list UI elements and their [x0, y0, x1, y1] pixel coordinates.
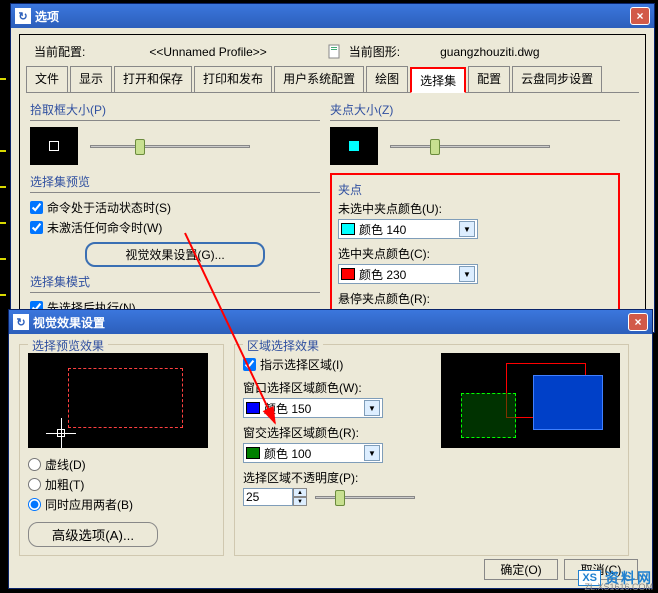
opacity-input[interactable]: [243, 488, 293, 506]
selection-preview-effect-group: 选择预览效果 虚线(D) 加粗(T) 同时应用两者(B) 高级选项(A)...: [19, 344, 224, 556]
window-color-value: 颜色 150: [264, 400, 311, 417]
unselected-grip-color-value: 颜色 140: [359, 221, 406, 238]
grip-size-label: 夹点大小(Z): [330, 101, 620, 118]
current-profile-value: <<Unnamed Profile>>: [149, 45, 266, 59]
advanced-options-button[interactable]: 高级选项(A)...: [28, 522, 158, 547]
app-icon: ↻: [15, 8, 31, 24]
tab-cloud[interactable]: 云盘同步设置: [512, 66, 602, 92]
options-dialog: ↻ 选项 × 当前配置: <<Unnamed Profile>> 当前图形: g…: [10, 3, 655, 333]
selection-mode-label: 选择集模式: [30, 273, 320, 290]
close-icon[interactable]: ×: [628, 313, 648, 331]
radio-both-label: 同时应用两者(B): [45, 496, 133, 513]
chevron-down-icon: ▼: [364, 400, 380, 416]
selected-grip-color-combo[interactable]: 颜色 230 ▼: [338, 264, 478, 284]
crossing-color-value: 颜色 100: [264, 445, 311, 462]
radio-dash[interactable]: [28, 458, 41, 471]
area-selection-preview: [441, 353, 620, 448]
spinner-down-icon[interactable]: ▼: [293, 497, 307, 506]
tabs-bar: 文件 显示 打开和保存 打印和发布 用户系统配置 绘图 选择集 配置 云盘同步设…: [26, 66, 639, 93]
visual-effects-dialog: ↻ 视觉效果设置 × 选择预览效果 虚线(D) 加粗(T) 同时应用两者(B) …: [8, 309, 653, 589]
unselected-grip-color-label: 未选中夹点颜色(U):: [338, 200, 612, 217]
crossing-color-label: 窗交选择区域颜色(R):: [243, 424, 431, 441]
tab-drafting[interactable]: 绘图: [366, 66, 408, 92]
tab-plot[interactable]: 打印和发布: [194, 66, 272, 92]
pickbox-size-label: 拾取框大小(P): [30, 101, 320, 118]
cb-no-command-label: 未激活任何命令时(W): [47, 219, 162, 236]
config-row: 当前配置: <<Unnamed Profile>> 当前图形: guangzho…: [26, 41, 639, 62]
tab-file[interactable]: 文件: [26, 66, 68, 92]
radio-dash-label: 虚线(D): [45, 456, 86, 473]
ok-button[interactable]: 确定(O): [484, 559, 558, 580]
cb-indicate-area-label: 指示选择区域(I): [260, 356, 343, 373]
watermark-url: ZL.XS1616.COM: [584, 582, 653, 592]
tab-system[interactable]: 用户系统配置: [274, 66, 364, 92]
current-drawing-value: guangzhouziti.dwg: [440, 45, 539, 59]
window-color-label: 窗口选择区域颜色(W):: [243, 379, 431, 396]
hover-grip-color-label: 悬停夹点颜色(R):: [338, 290, 612, 307]
current-drawing-label: 当前图形:: [349, 43, 400, 60]
close-icon[interactable]: ×: [630, 7, 650, 25]
pickbox-size-slider[interactable]: [90, 137, 250, 155]
tab-selection[interactable]: 选择集: [410, 67, 466, 93]
watermark: XS 资料网 ZL.XS1616.COM: [578, 568, 653, 588]
options-title-bar[interactable]: ↻ 选项 ×: [11, 4, 654, 28]
selection-preview-label: 选择集预览: [30, 173, 320, 190]
chevron-down-icon: ▼: [364, 445, 380, 461]
drawing-icon: [327, 44, 343, 60]
selected-grip-color-value: 颜色 230: [359, 266, 406, 283]
area-selection-effect-group: 区域选择效果 指示选择区域(I) 窗口选择区域颜色(W): 颜色 150▼ 窗交…: [234, 344, 629, 556]
options-title: 选项: [35, 8, 59, 25]
spinner-up-icon[interactable]: ▲: [293, 488, 307, 497]
selection-preview-sample: [28, 353, 208, 448]
visual-effect-settings-button[interactable]: 视觉效果设置(G)...: [85, 242, 265, 267]
window-color-combo[interactable]: 颜色 150 ▼: [243, 398, 383, 418]
selected-grip-color-label: 选中夹点颜色(C):: [338, 245, 612, 262]
area-selection-effect-label: 区域选择效果: [243, 337, 323, 354]
crossing-color-combo[interactable]: 颜色 100 ▼: [243, 443, 383, 463]
grips-group-label: 夹点: [338, 181, 612, 198]
grip-preview: [330, 127, 378, 165]
cb-no-command[interactable]: [30, 221, 43, 234]
selection-preview-effect-label: 选择预览效果: [28, 337, 108, 354]
chevron-down-icon: ▼: [459, 266, 475, 282]
pickbox-preview: [30, 127, 78, 165]
opacity-slider[interactable]: [315, 488, 415, 506]
opacity-label: 选择区域不透明度(P):: [243, 469, 431, 486]
radio-both[interactable]: [28, 498, 41, 511]
tab-profile[interactable]: 配置: [468, 66, 510, 92]
grip-size-slider[interactable]: [390, 137, 550, 155]
radio-thicken-label: 加粗(T): [45, 476, 84, 493]
cb-command-active[interactable]: [30, 201, 43, 214]
opacity-spinner[interactable]: ▲▼: [243, 488, 307, 506]
cb-indicate-area[interactable]: [243, 358, 256, 371]
app-icon: ↻: [13, 314, 29, 330]
radio-thicken[interactable]: [28, 478, 41, 491]
unselected-grip-color-combo[interactable]: 颜色 140 ▼: [338, 219, 478, 239]
visual-effects-title-bar[interactable]: ↻ 视觉效果设置 ×: [9, 310, 652, 334]
options-content: 当前配置: <<Unnamed Profile>> 当前图形: guangzho…: [19, 34, 646, 324]
visual-effects-title: 视觉效果设置: [33, 314, 105, 331]
current-config-label: 当前配置:: [34, 43, 85, 60]
chevron-down-icon: ▼: [459, 221, 475, 237]
tab-display[interactable]: 显示: [70, 66, 112, 92]
tab-open-save[interactable]: 打开和保存: [114, 66, 192, 92]
cb-command-active-label: 命令处于活动状态时(S): [47, 199, 171, 216]
